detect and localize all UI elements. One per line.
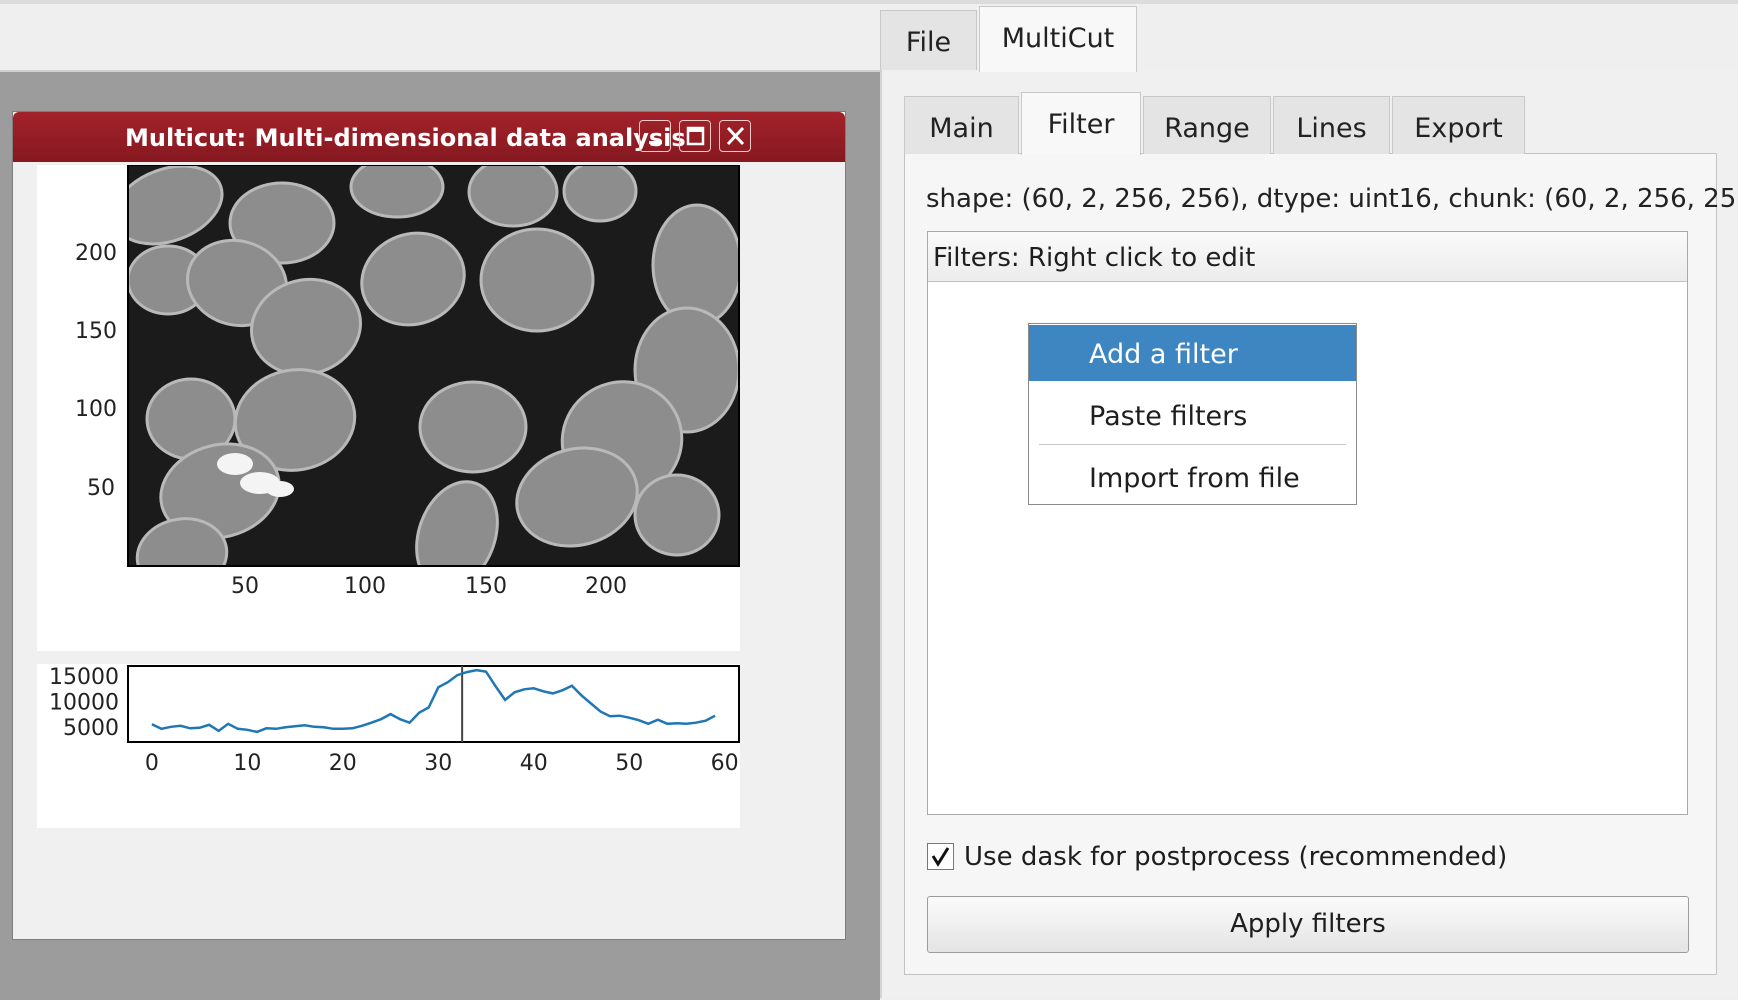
nucleus-blob bbox=[479, 227, 595, 333]
profile-plot-panel: 0 10 20 30 40 50 60 15000 10000 5000 bbox=[37, 664, 740, 828]
y-tick-label: 150 bbox=[75, 319, 117, 344]
x-tick-label: 60 bbox=[711, 751, 739, 776]
y-tick-label: 200 bbox=[75, 241, 117, 266]
menu-item-paste-filters[interactable]: Paste filters bbox=[1029, 387, 1356, 443]
apply-filters-button[interactable]: Apply filters bbox=[927, 896, 1689, 953]
use-dask-label: Use dask for postprocess (recommended) bbox=[964, 842, 1508, 872]
minimize-icon bbox=[649, 141, 662, 144]
x-tick-label: 50 bbox=[231, 574, 259, 599]
filter-list-header: Filters: Right click to edit bbox=[928, 232, 1687, 282]
tab-file[interactable]: File bbox=[880, 10, 977, 70]
y-tick-label: 5000 bbox=[63, 716, 119, 741]
nucleus-blob bbox=[467, 166, 559, 228]
top-separator bbox=[0, 0, 1738, 4]
menu-item-import-from-file[interactable]: Import from file bbox=[1029, 449, 1356, 505]
filter-list[interactable]: Filters: Right click to edit bbox=[927, 231, 1688, 815]
close-icon bbox=[726, 126, 745, 146]
image-plot[interactable] bbox=[37, 164, 740, 651]
tab-filter[interactable]: Filter bbox=[1021, 92, 1141, 155]
nucleus-blob bbox=[651, 203, 738, 327]
context-menu: Add a filter Paste filters Import from f… bbox=[1028, 323, 1357, 505]
y-tick-label: 50 bbox=[87, 476, 115, 501]
x-tick-label: 150 bbox=[465, 574, 507, 599]
nucleus-blob bbox=[562, 166, 638, 223]
x-tick-label: 30 bbox=[424, 751, 452, 776]
bright-spot bbox=[266, 481, 294, 497]
use-dask-checkbox[interactable] bbox=[927, 843, 954, 870]
subwindow-title: Multicut: Multi-dimensional data analysi… bbox=[125, 124, 686, 152]
nucleus-blob bbox=[349, 166, 445, 219]
array-info-label: shape: (60, 2, 256, 256), dtype: uint16,… bbox=[926, 184, 1738, 214]
x-tick-label: 10 bbox=[233, 751, 261, 776]
maximize-icon bbox=[686, 126, 705, 146]
image-plot-panel: 200 150 100 50 50 100 150 200 bbox=[37, 164, 740, 651]
x-tick-label: 0 bbox=[145, 751, 159, 776]
multicut-subwindow: Multicut: Multi-dimensional data analysi… bbox=[12, 111, 846, 940]
y-tick-label: 100 bbox=[75, 397, 117, 422]
x-tick-label: 50 bbox=[615, 751, 643, 776]
y-tick-label: 10000 bbox=[49, 690, 119, 715]
close-button[interactable] bbox=[719, 120, 751, 152]
checkmark-icon bbox=[931, 847, 950, 867]
tab-multicut[interactable]: MultiCut bbox=[979, 6, 1137, 72]
bright-spot bbox=[217, 453, 253, 475]
nucleus-blob bbox=[633, 473, 721, 557]
profile-plot[interactable]: 0 10 20 30 40 50 60 15000100005000 bbox=[37, 664, 740, 828]
menu-item-add-filter[interactable]: Add a filter bbox=[1029, 325, 1356, 381]
x-tick-label: 40 bbox=[520, 751, 548, 776]
tab-main[interactable]: Main bbox=[904, 96, 1019, 154]
x-tick-label: 20 bbox=[329, 751, 357, 776]
minimize-button[interactable] bbox=[639, 120, 671, 152]
x-tick-label: 200 bbox=[585, 574, 627, 599]
maximize-button[interactable] bbox=[679, 120, 711, 152]
x-tick-label: 100 bbox=[344, 574, 386, 599]
y-tick-label: 15000 bbox=[49, 665, 119, 690]
tab-range[interactable]: Range bbox=[1143, 96, 1271, 154]
tab-export[interactable]: Export bbox=[1392, 96, 1525, 154]
subwindow-title-bar[interactable]: Multicut: Multi-dimensional data analysi… bbox=[13, 112, 845, 162]
nucleus-blob bbox=[418, 380, 528, 474]
tab-lines[interactable]: Lines bbox=[1273, 96, 1390, 154]
menu-separator bbox=[1039, 444, 1346, 445]
